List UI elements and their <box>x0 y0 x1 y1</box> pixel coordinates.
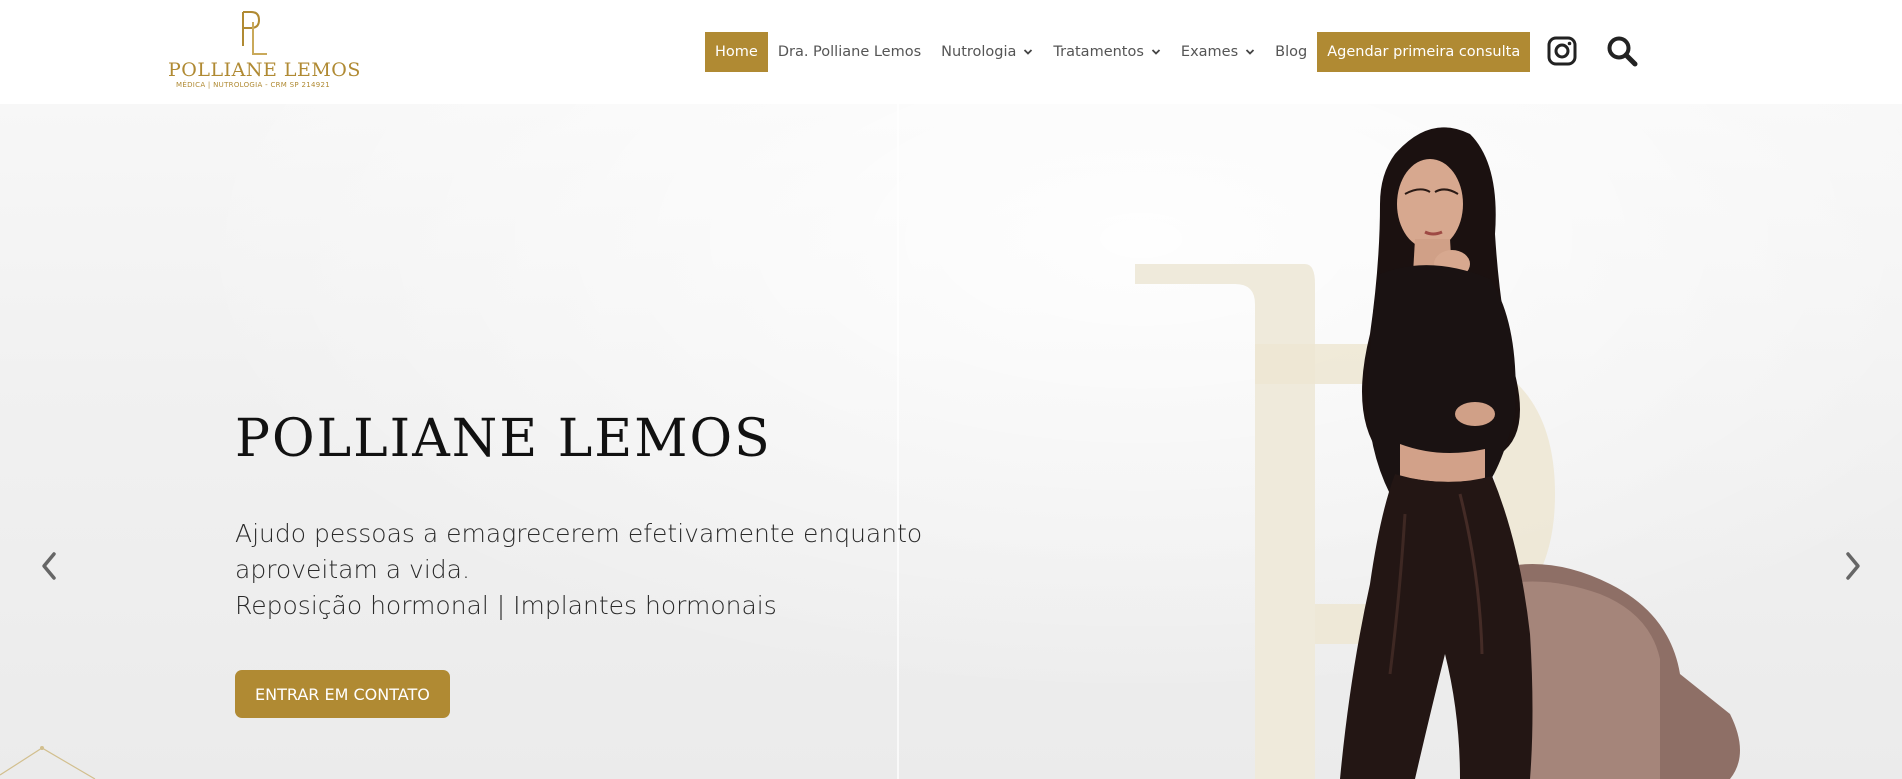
nav-item-label: Tratamentos <box>1053 44 1144 60</box>
hero-description-line: aproveitam a vida. <box>235 555 470 584</box>
chevron-right-icon[interactable] <box>1838 544 1868 588</box>
hero-title: POLLIANE LEMOS <box>235 409 772 469</box>
nav-item-home[interactable]: Home <box>705 32 768 72</box>
logo-name: POLLIANE LEMOS <box>168 59 361 81</box>
hero-description: Ajudo pessoas a emagrecerem efetivamente… <box>235 516 955 624</box>
contact-button[interactable]: ENTRAR EM CONTATO <box>235 670 450 718</box>
hero-description-line: Ajudo pessoas a emagrecerem efetivamente… <box>235 519 923 548</box>
logo[interactable]: POLLIANE LEMOS MÉDICA | NUTROLOGIA - CRM… <box>168 8 361 98</box>
chevron-down-icon <box>1151 47 1161 57</box>
nav-item-dra-polliane[interactable]: Dra. Polliane Lemos <box>768 32 931 72</box>
chevron-down-icon <box>1245 47 1255 57</box>
nav-item-blog[interactable]: Blog <box>1265 32 1317 72</box>
hero-slider: POLLIANE LEMOS Ajudo pessoas a emagrecer… <box>0 104 1902 779</box>
search-icon[interactable] <box>1605 34 1639 68</box>
instagram-icon[interactable] <box>1545 34 1579 68</box>
logo-monogram-icon <box>242 11 267 55</box>
decorative-line <box>0 746 96 779</box>
site-header: POLLIANE LEMOS MÉDICA | NUTROLOGIA - CRM… <box>0 0 1902 104</box>
chevron-down-icon <box>1023 47 1033 57</box>
nav-item-tratamentos[interactable]: Tratamentos <box>1043 32 1171 72</box>
main-nav: Home Dra. Polliane Lemos Nutrologia Trat… <box>705 32 1531 72</box>
doctor-photo <box>1340 127 1740 779</box>
hero-divider <box>897 104 899 779</box>
nav-item-label: Exames <box>1180 44 1239 60</box>
schedule-consultation-button[interactable]: Agendar primeira consulta <box>1317 32 1531 72</box>
nav-item-exames[interactable]: Exames <box>1171 32 1265 72</box>
logo-subtitle: MÉDICA | NUTROLOGIA - CRM SP 214921 <box>176 81 330 89</box>
nav-item-label: Nutrologia <box>941 44 1017 60</box>
nav-item-nutrologia[interactable]: Nutrologia <box>931 32 1043 72</box>
chevron-left-icon[interactable] <box>34 544 64 588</box>
hero-description-line: Reposição hormonal | Implantes hormonais <box>235 591 777 620</box>
